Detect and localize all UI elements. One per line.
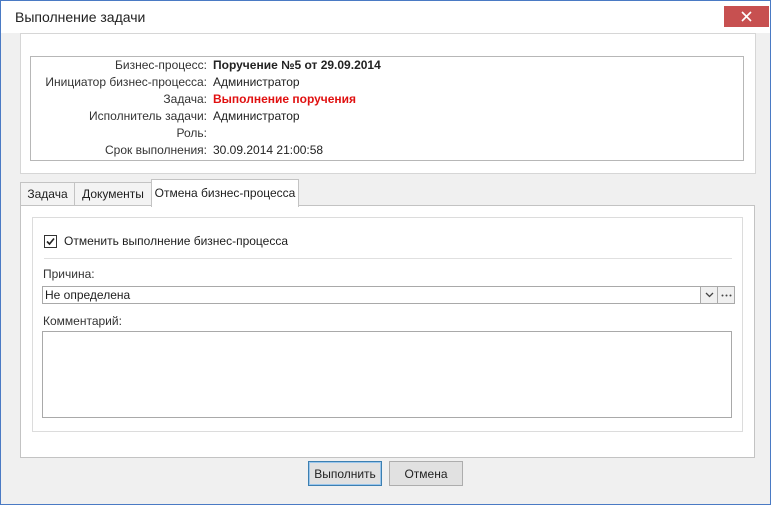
chevron-down-icon — [705, 292, 713, 298]
executor-value: Администратор — [213, 109, 300, 123]
initiator-value: Администратор — [213, 75, 300, 89]
execute-button[interactable]: Выполнить — [308, 461, 382, 486]
cancel-process-tab-panel: Отменить выполнение бизнес-процесса Прич… — [20, 205, 755, 458]
reason-combobox[interactable]: Не определена — [42, 286, 702, 304]
cancel-process-checkbox[interactable]: Отменить выполнение бизнес-процесса — [44, 233, 288, 249]
process-value: Поручение №5 от 29.09.2014 — [213, 58, 381, 72]
info-row-role: Роль: — [31, 125, 743, 142]
info-row-executor: Исполнитель задачи: Администратор — [31, 108, 743, 125]
tab-documents[interactable]: Документы — [74, 182, 152, 206]
checkmark-icon — [46, 237, 55, 245]
divider — [44, 258, 732, 259]
close-icon — [741, 11, 752, 22]
dialog-window: Выполнение задачи Бизнес-процесс: Поруче… — [0, 0, 771, 505]
ellipsis-icon — [721, 294, 731, 296]
reason-label: Причина: — [43, 267, 95, 281]
dialog-client-area: Бизнес-процесс: Поручение №5 от 29.09.20… — [1, 33, 770, 504]
info-row-initiator: Инициатор бизнес-процесса: Администратор — [31, 74, 743, 91]
info-row-deadline: Срок выполнения: 30.09.2014 21:00:58 — [31, 142, 743, 159]
task-value: Выполнение поручения — [213, 92, 357, 106]
tab-cancel-process[interactable]: Отмена бизнес-процесса — [151, 179, 299, 207]
deadline-value: 30.09.2014 21:00:58 — [213, 143, 324, 157]
executor-label: Исполнитель задачи: — [89, 109, 207, 123]
title-bar[interactable]: Выполнение задачи — [1, 1, 770, 33]
process-label: Бизнес-процесс: — [115, 58, 207, 72]
cancel-button[interactable]: Отмена — [389, 461, 463, 486]
reason-dropdown-button[interactable] — [700, 286, 718, 304]
cancel-process-checkbox-label: Отменить выполнение бизнес-процесса — [64, 234, 289, 248]
initiator-label: Инициатор бизнес-процесса: — [45, 75, 207, 89]
task-label: Задача: — [163, 92, 207, 106]
reason-ellipsis-button[interactable] — [717, 286, 735, 304]
role-label: Роль: — [176, 126, 207, 140]
cancel-options-group: Отменить выполнение бизнес-процесса Прич… — [32, 217, 743, 432]
tab-task[interactable]: Задача — [20, 182, 75, 206]
window-title: Выполнение задачи — [15, 9, 146, 25]
comment-textarea[interactable] — [42, 331, 732, 418]
comment-label: Комментарий: — [43, 314, 122, 328]
process-info-panel: Бизнес-процесс: Поручение №5 от 29.09.20… — [20, 33, 756, 174]
info-row-process: Бизнес-процесс: Поручение №5 от 29.09.20… — [31, 57, 743, 74]
checkbox-box[interactable] — [44, 234, 57, 248]
info-row-task: Задача: Выполнение поручения — [31, 91, 743, 108]
deadline-label: Срок выполнения: — [105, 143, 207, 157]
process-info-box: Бизнес-процесс: Поручение №5 от 29.09.20… — [30, 56, 744, 161]
close-button[interactable] — [724, 6, 769, 27]
